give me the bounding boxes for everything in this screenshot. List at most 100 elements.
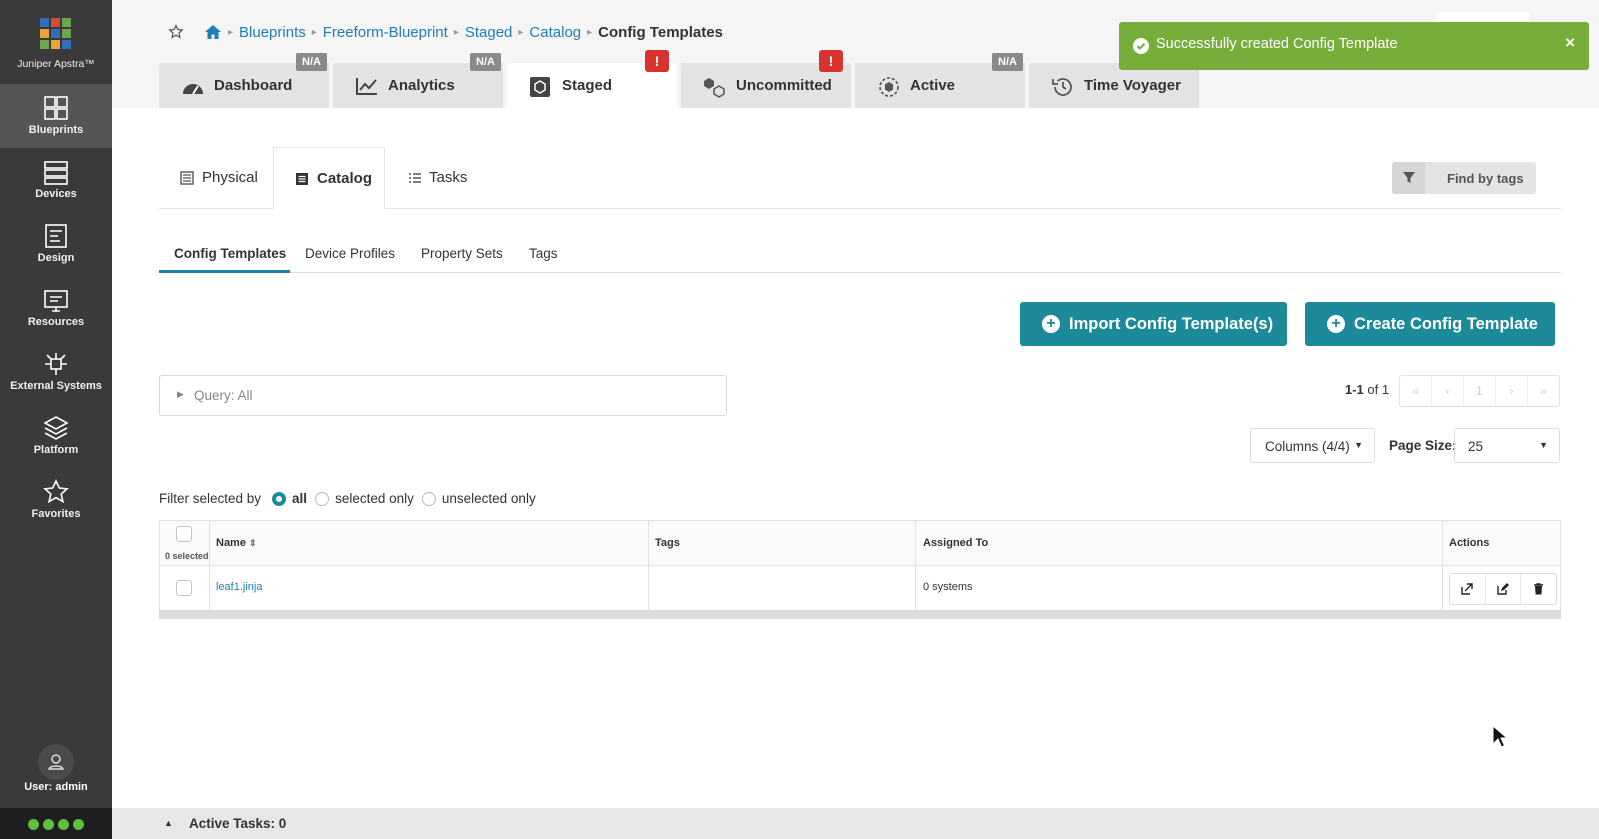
row-actions bbox=[1449, 573, 1557, 605]
query-label: Query: All bbox=[194, 388, 253, 403]
radio-all[interactable]: all bbox=[272, 491, 307, 506]
sidebar-item-external-systems[interactable]: External Systems bbox=[0, 340, 112, 404]
tab-label: Active bbox=[910, 77, 956, 94]
chevron-up-icon[interactable]: ▲ bbox=[164, 818, 173, 828]
status-dot bbox=[58, 819, 69, 830]
chevron-down-icon: ▼ bbox=[1354, 440, 1363, 450]
tab-analytics[interactable]: Analytics N/A bbox=[333, 53, 503, 108]
breadcrumb-separator: ▸ bbox=[228, 26, 234, 38]
catalog-tabs-divider bbox=[159, 272, 1561, 273]
na-badge: N/A bbox=[470, 53, 501, 71]
page-size-value: 25 bbox=[1468, 439, 1484, 454]
sidebar-item-favorites[interactable]: Favorites bbox=[0, 468, 112, 532]
status-dot bbox=[28, 819, 39, 830]
next-page-button[interactable]: › bbox=[1496, 376, 1528, 406]
sort-icon[interactable]: ⇕ bbox=[249, 538, 257, 548]
sidebar-item-label: Blueprints bbox=[28, 124, 84, 136]
tab-device-profiles[interactable]: Device Profiles bbox=[305, 246, 395, 261]
subtab-catalog[interactable]: Catalog bbox=[273, 147, 385, 209]
header-label: Name bbox=[216, 537, 246, 549]
radio-unselected-only[interactable]: unselected only bbox=[421, 491, 536, 506]
home-icon[interactable] bbox=[204, 24, 222, 40]
tab-uncommitted[interactable]: Uncommitted ! bbox=[681, 50, 851, 108]
column-divider bbox=[209, 566, 210, 611]
radio-button bbox=[315, 491, 330, 506]
breadcrumb-catalog[interactable]: Catalog bbox=[529, 24, 581, 41]
breadcrumb-staged[interactable]: Staged bbox=[465, 24, 513, 41]
column-divider bbox=[209, 521, 210, 565]
delete-button[interactable] bbox=[1521, 574, 1556, 604]
status-dot bbox=[73, 819, 84, 830]
tab-label: Time Voyager bbox=[1084, 77, 1181, 94]
filter-icon-box bbox=[1392, 162, 1425, 194]
edit-button[interactable] bbox=[1486, 574, 1522, 604]
caret-right-icon: ▶ bbox=[177, 389, 184, 399]
export-button[interactable] bbox=[1450, 574, 1486, 604]
sidebar-item-platform[interactable]: Platform bbox=[0, 404, 112, 468]
breadcrumb-freeform-blueprint[interactable]: Freeform-Blueprint bbox=[323, 24, 448, 41]
prev-page-button[interactable]: ‹ bbox=[1432, 376, 1464, 406]
close-icon[interactable]: × bbox=[1565, 33, 1575, 53]
select-all-checkbox[interactable] bbox=[176, 526, 192, 542]
button-label: Import Config Template(s) bbox=[1069, 315, 1274, 333]
template-name-link[interactable]: leaf1.jinja bbox=[216, 581, 262, 593]
na-badge: N/A bbox=[992, 53, 1023, 71]
page-number[interactable]: 1 bbox=[1464, 376, 1496, 406]
subtab-tasks[interactable]: Tasks bbox=[392, 147, 492, 209]
sidebar-item-design[interactable]: Design bbox=[0, 212, 112, 276]
tab-config-templates[interactable]: Config Templates bbox=[174, 246, 286, 261]
page-size-select[interactable]: 25 ▼ bbox=[1454, 428, 1560, 463]
sidebar-item-label: Favorites bbox=[31, 508, 81, 520]
star-outline-icon[interactable] bbox=[168, 24, 184, 40]
sidebar-item-resources[interactable]: Resources bbox=[0, 276, 112, 340]
mouse-cursor-icon bbox=[1492, 725, 1508, 748]
tab-property-sets[interactable]: Property Sets bbox=[421, 246, 503, 261]
query-panel[interactable]: ▶ Query: All bbox=[159, 375, 727, 416]
active-icon bbox=[879, 77, 899, 97]
subtab-physical[interactable]: Physical bbox=[159, 147, 273, 209]
import-config-templates-button[interactable]: + Import Config Template(s) bbox=[1020, 302, 1287, 346]
sidebar-item-blueprints[interactable]: Blueprints bbox=[0, 84, 112, 148]
avatar bbox=[38, 744, 74, 780]
active-tasks-bar[interactable]: ▲ Active Tasks: 0 bbox=[112, 808, 1599, 839]
tab-staged[interactable]: Staged ! bbox=[507, 50, 677, 108]
create-config-template-button[interactable]: + Create Config Template bbox=[1305, 302, 1555, 346]
app-name: Juniper Apstra™ bbox=[17, 58, 95, 70]
find-by-tags-button[interactable]: Find by tags bbox=[1392, 162, 1536, 194]
user-menu[interactable]: User: admin bbox=[0, 740, 112, 795]
plus-circle-icon: + bbox=[1042, 315, 1060, 333]
radio-label: unselected only bbox=[441, 491, 536, 506]
na-badge: N/A bbox=[296, 53, 327, 71]
sidebar: Juniper Apstra™ Blueprints Devices Desig… bbox=[0, 0, 112, 839]
tab-dashboard[interactable]: Dashboard N/A bbox=[159, 53, 329, 108]
platform-icon bbox=[43, 416, 69, 440]
radio-button bbox=[421, 491, 436, 506]
column-divider bbox=[915, 521, 916, 565]
first-page-button[interactable]: « bbox=[1400, 376, 1432, 406]
check-circle-icon bbox=[1133, 38, 1149, 54]
blueprints-icon bbox=[44, 96, 68, 120]
subtab-label: Physical bbox=[202, 169, 258, 186]
sidebar-item-label: External Systems bbox=[10, 380, 102, 392]
name-column-header[interactable]: Name ⇕ bbox=[216, 537, 257, 549]
find-by-tags-label: Find by tags bbox=[1447, 171, 1524, 186]
user-icon bbox=[47, 754, 65, 770]
toast-message: Successfully created Config Template bbox=[1156, 36, 1398, 52]
row-checkbox[interactable] bbox=[176, 580, 192, 596]
sidebar-item-devices[interactable]: Devices bbox=[0, 148, 112, 212]
tab-active[interactable]: Active N/A bbox=[855, 53, 1025, 108]
filter-selected-by: Filter selected by all selected only uns… bbox=[159, 491, 544, 506]
warning-icon: ! bbox=[819, 50, 843, 72]
subtab-label: Catalog bbox=[317, 170, 373, 187]
breadcrumb-blueprints[interactable]: Blueprints bbox=[239, 24, 306, 41]
last-page-button[interactable]: » bbox=[1528, 376, 1559, 406]
radio-selected-only[interactable]: selected only bbox=[315, 491, 414, 506]
columns-dropdown[interactable]: Columns (4/4) ▼ bbox=[1250, 428, 1375, 463]
physical-icon bbox=[180, 171, 194, 185]
actions-column-header: Actions bbox=[1449, 537, 1490, 549]
plus-circle-icon: + bbox=[1327, 315, 1345, 333]
tab-tags[interactable]: Tags bbox=[529, 246, 558, 261]
app-logo[interactable]: Juniper Apstra™ bbox=[0, 0, 112, 78]
edit-icon bbox=[1497, 583, 1509, 595]
horizontal-scrollbar[interactable] bbox=[159, 610, 1561, 619]
